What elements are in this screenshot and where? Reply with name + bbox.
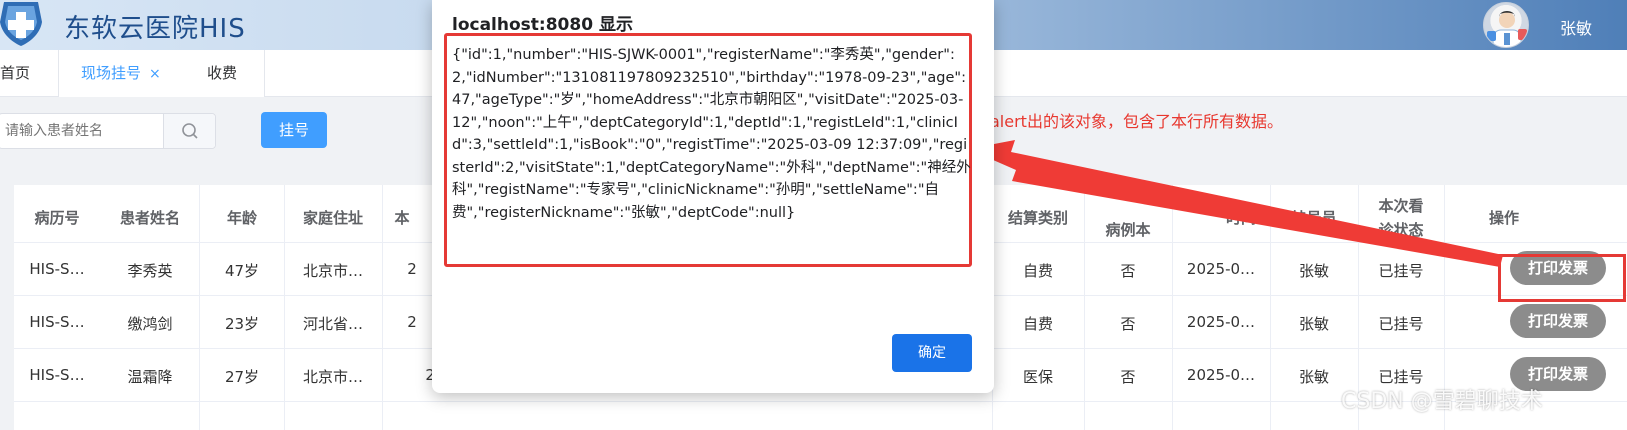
cell-number: HIS-S… xyxy=(29,313,85,331)
cell-address: 河北省… xyxy=(302,315,363,333)
cell-address: 北京市… xyxy=(302,368,363,386)
cell-time: 2025-0… xyxy=(1186,260,1256,278)
cell-settle: 自费 xyxy=(1022,262,1053,280)
tab-label: 现场挂号 xyxy=(81,64,142,82)
cell-number: HIS-S… xyxy=(29,260,85,278)
cell-settle: 医保 xyxy=(1022,368,1053,386)
cell-age: 23岁 xyxy=(224,315,260,333)
cell-address: 北京市… xyxy=(302,262,363,280)
header-visit-state-line1: 本次看 xyxy=(1378,197,1424,215)
patient-name-input[interactable] xyxy=(0,114,163,148)
tab-label: 首页 xyxy=(0,64,31,82)
ok-button[interactable]: 确定 xyxy=(892,334,972,372)
hospital-logo-icon xyxy=(0,2,42,46)
search-button[interactable] xyxy=(163,114,215,148)
header-registrar: 挂号员 xyxy=(1291,209,1337,227)
header-time-partial: 时间 xyxy=(1225,209,1256,227)
header-number: 病历号 xyxy=(34,209,80,227)
tab-home[interactable]: 首页 xyxy=(0,50,58,97)
cell-time: 2025-0… xyxy=(1186,313,1256,331)
header-settle: 结算类别 xyxy=(1007,209,1068,227)
register-button[interactable]: 挂号 xyxy=(261,112,327,148)
dialog-message: {"id":1,"number":"HIS-SJWK-0001","regist… xyxy=(452,47,971,221)
cell-registrar: 张敏 xyxy=(1298,262,1329,280)
cell-settle: 自费 xyxy=(1022,315,1053,333)
cell-number: HIS-S… xyxy=(29,366,85,384)
user-avatar[interactable] xyxy=(1483,2,1529,48)
highlight-frame xyxy=(1498,254,1626,302)
tab-label: 收费 xyxy=(207,64,238,82)
search-icon xyxy=(182,123,198,139)
header-date-partial: 本 xyxy=(394,209,410,227)
cell-book: 否 xyxy=(1120,262,1136,280)
alert-dialog: localhost:8080 显示 {"id":1,"number":"HIS-… xyxy=(432,0,994,393)
tab-charge[interactable]: 收费 xyxy=(207,50,345,97)
dialog-title: localhost:8080 显示 xyxy=(452,15,633,35)
app-title: 东软云医院HIS xyxy=(64,14,246,44)
header-address: 家庭住址 xyxy=(302,209,363,227)
cell-book: 否 xyxy=(1120,368,1136,386)
cell-name: 缴鸿剑 xyxy=(127,315,173,333)
annotation-text: alert出的该对象，包含了本行所有数据。 xyxy=(990,112,1283,131)
doctor-avatar-icon xyxy=(1487,11,1527,47)
header-action: 操作 xyxy=(1488,209,1519,227)
watermark: CSDN @雪碧聊技术 xyxy=(1341,389,1543,414)
cell-time: 2025-0… xyxy=(1186,366,1256,384)
print-invoice-button[interactable]: 打印发票 xyxy=(1510,304,1606,338)
cell-age: 27岁 xyxy=(224,368,260,386)
patient-search xyxy=(0,113,216,149)
header-visit-state-line2: 诊状态 xyxy=(1378,221,1424,239)
header-name: 患者姓名 xyxy=(119,209,180,227)
user-name[interactable]: 张敏 xyxy=(1560,15,1592,39)
cell-name: 温霜降 xyxy=(127,368,173,386)
cell-age: 47岁 xyxy=(224,262,260,280)
header-book: 病例本 xyxy=(1105,221,1151,239)
cell-visit-state: 已挂号 xyxy=(1378,262,1424,280)
header-age: 年龄 xyxy=(226,209,257,227)
cell-name: 李秀英 xyxy=(127,262,173,280)
cell-registrar: 张敏 xyxy=(1298,315,1329,333)
cell-book: 否 xyxy=(1120,315,1136,333)
cell-visit-state: 已挂号 xyxy=(1378,315,1424,333)
close-icon[interactable]: × xyxy=(149,66,161,82)
